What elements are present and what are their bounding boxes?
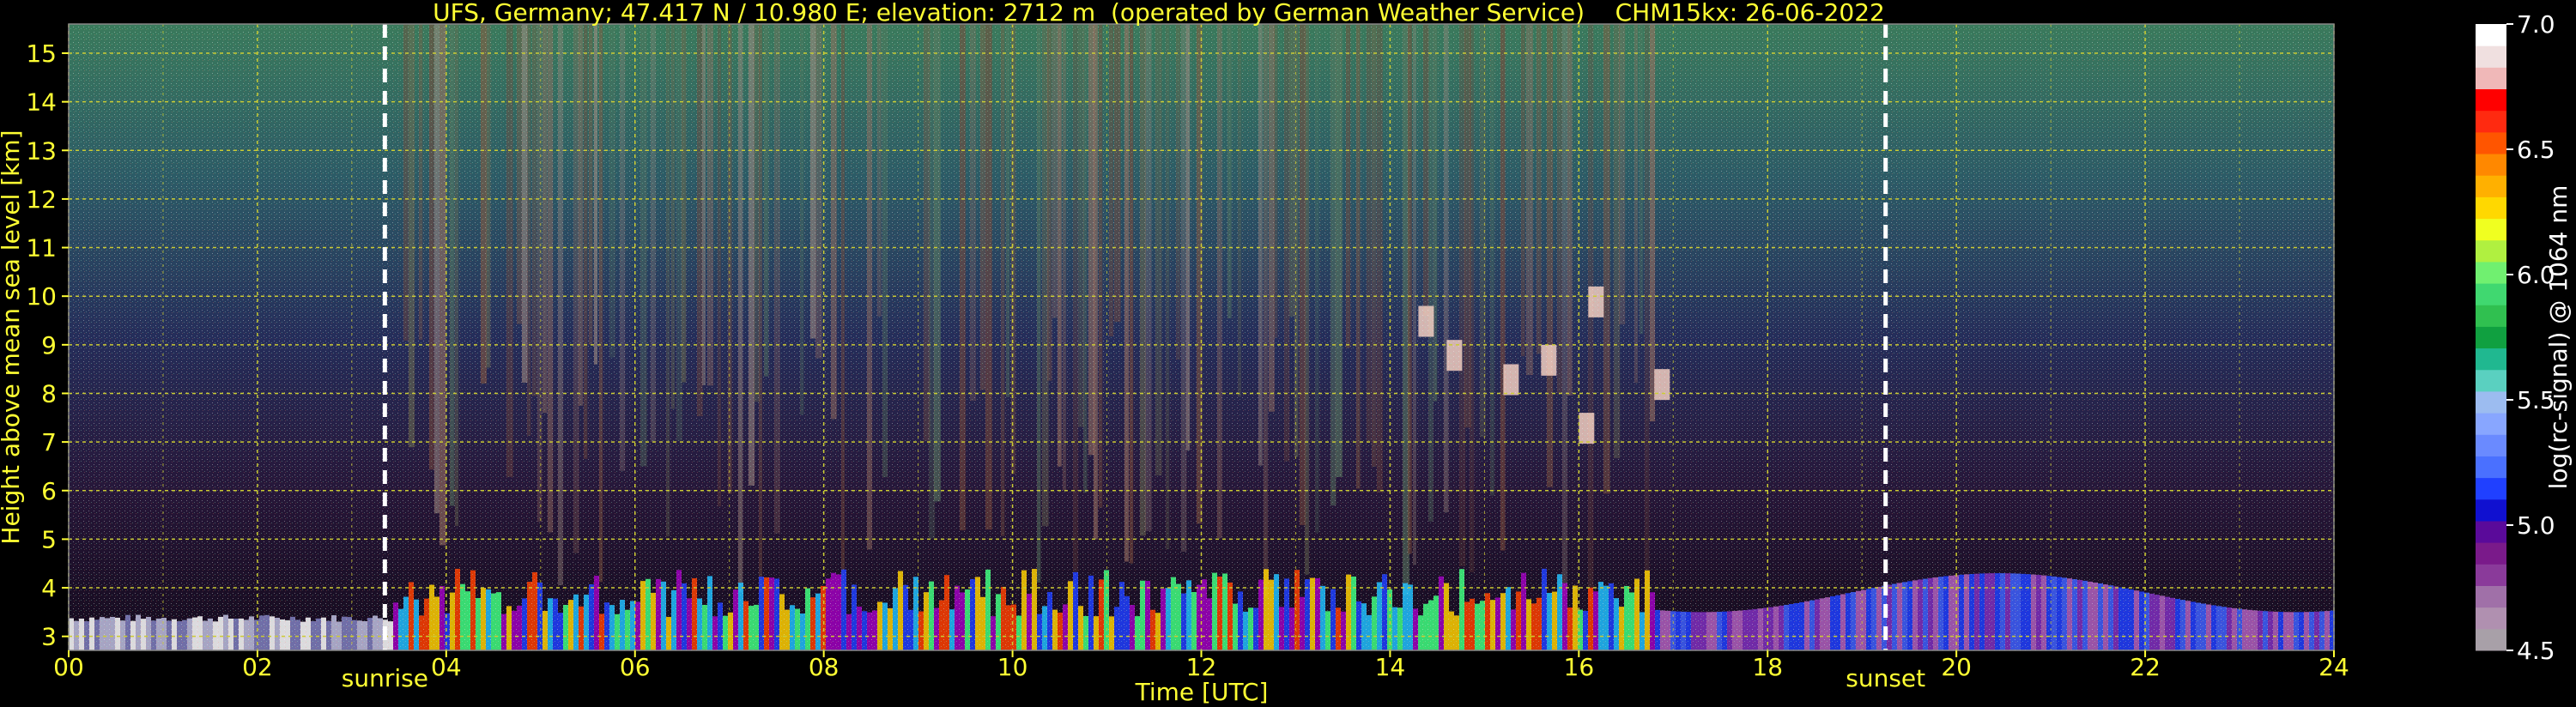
- sun-marker-label: sunset: [1846, 664, 1925, 692]
- colorbar-segment: [2476, 369, 2506, 392]
- colorbar-tick-label: 4.5: [2517, 637, 2555, 665]
- colorbar-segment: [2476, 154, 2506, 176]
- colorbar-segment: [2476, 347, 2506, 371]
- colorbar-tick-label: 6.5: [2517, 136, 2555, 164]
- y-tick-label: 8: [41, 379, 57, 408]
- colorbar: 4.55.05.56.06.57.0: [2476, 10, 2555, 665]
- colorbar-segment: [2476, 261, 2506, 284]
- y-tick-label: 9: [41, 331, 57, 360]
- y-tick-label: 14: [26, 88, 57, 117]
- x-tick-label: 14: [1375, 653, 1406, 681]
- colorbar-segment: [2476, 456, 2506, 479]
- colorbar-segment: [2476, 88, 2506, 112]
- colorbar-segment: [2476, 477, 2506, 500]
- colorbar-segment: [2476, 67, 2506, 90]
- x-tick-label: 02: [242, 653, 273, 681]
- signal-noise-texture: [69, 24, 2334, 650]
- colorbar-segment: [2476, 326, 2506, 349]
- y-tick-label: 7: [41, 428, 57, 456]
- colorbar-segment: [2476, 24, 2506, 46]
- colorbar-segment: [2476, 520, 2506, 543]
- colorbar-segment: [2476, 607, 2506, 630]
- colorbar-segment: [2476, 131, 2506, 154]
- x-tick-label: 24: [2318, 653, 2349, 681]
- colorbar-segment: [2476, 499, 2506, 522]
- x-tick-label: 00: [53, 653, 84, 681]
- x-tick-label: 06: [620, 653, 651, 681]
- y-axis-label: Height above mean sea level [km]: [0, 130, 25, 544]
- colorbar-segment: [2476, 45, 2506, 68]
- x-tick-label: 16: [1564, 653, 1595, 681]
- sun-marker-label: sunrise: [342, 664, 428, 692]
- x-tick-label: 22: [2130, 653, 2161, 681]
- colorbar-tick-label: 7.0: [2517, 10, 2555, 39]
- y-tick-label: 5: [41, 525, 57, 553]
- colorbar-segment: [2476, 110, 2506, 133]
- colorbar-tick-label: 5.0: [2517, 511, 2555, 540]
- colorbar-segment: [2476, 305, 2506, 327]
- colorbar-segment: [2476, 434, 2506, 456]
- y-tick-label: 15: [26, 39, 57, 68]
- colorbar-segment: [2476, 196, 2506, 220]
- colorbar-segment: [2476, 585, 2506, 608]
- x-tick-label: 10: [997, 653, 1028, 681]
- colorbar-segment: [2476, 564, 2506, 586]
- colorbar-segment: [2476, 413, 2506, 435]
- y-tick-label: 13: [26, 136, 57, 165]
- y-tick-label: 12: [26, 185, 57, 214]
- colorbar-segment: [2476, 175, 2506, 197]
- colorbar-segment: [2476, 628, 2506, 651]
- y-tick-label: 4: [41, 574, 57, 602]
- colorbar-segment: [2476, 283, 2506, 305]
- x-tick-label: 08: [809, 653, 839, 681]
- colorbar-segment: [2476, 239, 2506, 263]
- colorbar-segment: [2476, 542, 2506, 565]
- colorbar-segment: [2476, 390, 2506, 414]
- y-tick-label: 3: [41, 623, 57, 651]
- colorbar-segment: [2476, 218, 2506, 241]
- x-tick-label: 20: [1941, 653, 1972, 681]
- y-tick-label: 10: [26, 282, 57, 311]
- x-tick-label: 04: [431, 653, 462, 681]
- y-tick-label: 11: [26, 234, 57, 263]
- y-tick-label: 6: [41, 477, 57, 505]
- x-tick-label: 18: [1752, 653, 1783, 681]
- chart-title: UFS, Germany; 47.417 N / 10.980 E; eleva…: [433, 0, 1885, 27]
- x-axis-label: Time [UTC]: [1135, 678, 1269, 706]
- colorbar-label: log(rc-signal) @ 1064 nm: [2544, 185, 2573, 490]
- ceilometer-chart: sunrise sunset 00 02 04 06 08 10 12 14 16 18 20 22 24…: [0, 0, 2573, 706]
